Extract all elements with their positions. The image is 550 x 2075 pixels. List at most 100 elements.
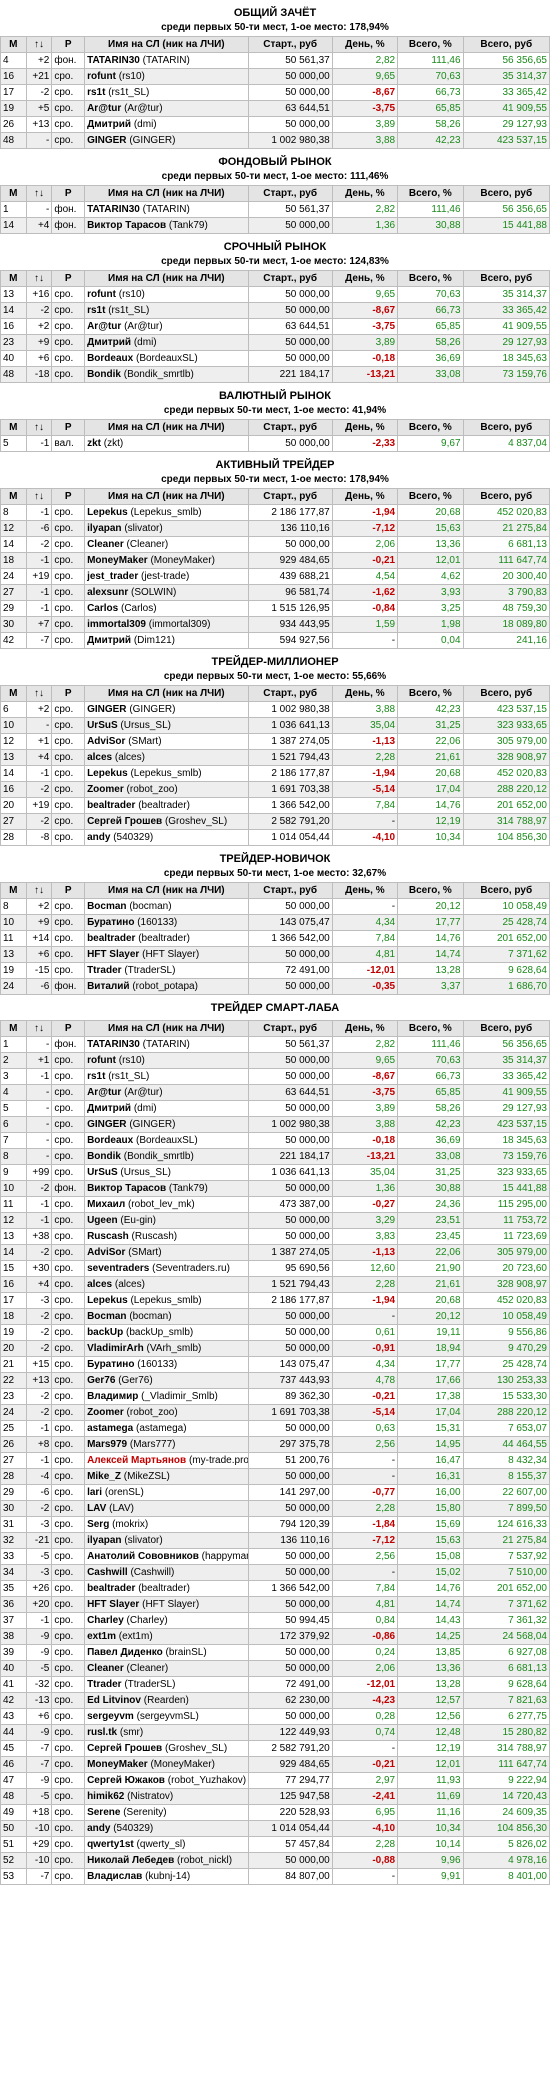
- trader-name[interactable]: zkt: [87, 438, 101, 449]
- name-cell[interactable]: andy (540329): [84, 829, 249, 846]
- name-cell[interactable]: astamega (astamega): [84, 1420, 249, 1437]
- name-cell[interactable]: Lepekus (Lepekus_smlb): [84, 1292, 249, 1309]
- trader-name[interactable]: lari: [87, 1487, 102, 1498]
- name-cell[interactable]: Serene (Serenity): [84, 1804, 249, 1821]
- trader-name[interactable]: GINGER: [87, 1119, 126, 1130]
- name-cell[interactable]: Николай Лебедев (robot_nickl): [84, 1852, 249, 1869]
- header-col-start[interactable]: Старт., руб: [247, 36, 333, 53]
- header-col-total-rub[interactable]: Всего, руб: [462, 185, 550, 202]
- trader-name[interactable]: sergeyvm: [87, 1711, 134, 1722]
- header-col-name[interactable]: Имя на СЛ (ник на ЛЧИ): [84, 488, 249, 505]
- trader-name[interactable]: Буратино: [87, 1359, 134, 1370]
- name-cell[interactable]: LAV (LAV): [84, 1500, 249, 1517]
- name-cell[interactable]: bealtrader (bealtrader): [84, 930, 249, 947]
- trader-name[interactable]: rofunt: [87, 71, 116, 82]
- trader-name[interactable]: rofunt: [87, 289, 116, 300]
- name-cell[interactable]: Bocman (bocman): [84, 898, 249, 915]
- trader-name[interactable]: Сергей Южаков: [87, 1775, 165, 1786]
- name-cell[interactable]: Lepekus (Lepekus_smlb): [84, 765, 249, 782]
- trader-name[interactable]: Ar@tur: [87, 103, 121, 114]
- header-col-total-pct[interactable]: Всего, %: [397, 185, 464, 202]
- header-col-change[interactable]: ↑↓: [25, 1020, 53, 1037]
- name-cell[interactable]: rofunt (rs10): [84, 286, 249, 303]
- name-cell[interactable]: Ttrader (TtraderSL): [84, 962, 249, 979]
- header-col-start[interactable]: Старт., руб: [247, 185, 333, 202]
- trader-name[interactable]: Lepekus: [87, 1295, 128, 1306]
- trader-name[interactable]: HFT Slayer: [87, 949, 139, 960]
- name-cell[interactable]: Lepekus (Lepekus_smlb): [84, 504, 249, 521]
- header-col-total-pct[interactable]: Всего, %: [397, 36, 464, 53]
- header-col-day[interactable]: День, %: [331, 882, 399, 899]
- name-cell[interactable]: MoneyMaker (MoneyMaker): [84, 552, 249, 569]
- name-cell[interactable]: rofunt (rs10): [84, 1052, 249, 1069]
- header-col-change[interactable]: ↑↓: [25, 185, 53, 202]
- trader-name[interactable]: GINGER: [87, 704, 126, 715]
- trader-name[interactable]: qwerty1st: [87, 1839, 134, 1850]
- trader-name[interactable]: alexsunr: [87, 587, 128, 598]
- name-cell[interactable]: Ger76 (Ger76): [84, 1372, 249, 1389]
- header-col-place[interactable]: М: [0, 882, 27, 899]
- name-cell[interactable]: Михаил (robot_lev_mk): [84, 1196, 249, 1213]
- header-col-place[interactable]: М: [0, 1020, 27, 1037]
- name-cell[interactable]: seventraders (Seventraders.ru): [84, 1260, 249, 1277]
- trader-name[interactable]: Serg: [87, 1519, 109, 1530]
- name-cell[interactable]: Алексей Мартьянов (my-trade.pro): [84, 1452, 249, 1469]
- trader-name[interactable]: MoneyMaker: [87, 555, 148, 566]
- name-cell[interactable]: rusl.tk (smr): [84, 1724, 249, 1741]
- name-cell[interactable]: Сергей Грошев (Groshev_SL): [84, 813, 249, 830]
- name-cell[interactable]: GINGER (GINGER): [84, 132, 249, 149]
- name-cell[interactable]: Cleaner (Cleaner): [84, 1660, 249, 1677]
- name-cell[interactable]: zkt (zkt): [84, 435, 249, 452]
- header-col-market[interactable]: Р: [51, 185, 86, 202]
- trader-name[interactable]: Дмитрий: [87, 119, 131, 130]
- name-cell[interactable]: Виталий (robot_potapa): [84, 978, 249, 995]
- trader-name[interactable]: Михаил: [87, 1199, 125, 1210]
- name-cell[interactable]: Владимир (_Vladimir_Smlb): [84, 1388, 249, 1405]
- name-cell[interactable]: UrSuS (Ursus_SL): [84, 717, 249, 734]
- name-cell[interactable]: Cleaner (Cleaner): [84, 536, 249, 553]
- name-cell[interactable]: alexsunr (SOLWIN): [84, 584, 249, 601]
- trader-name[interactable]: Ruscash: [87, 1231, 129, 1242]
- name-cell[interactable]: TATARIN30 (TATARIN): [84, 1036, 249, 1053]
- name-cell[interactable]: qwerty1st (qwerty_sl): [84, 1836, 249, 1853]
- name-cell[interactable]: himik62 (Nistratov): [84, 1788, 249, 1805]
- name-cell[interactable]: Виктор Тарасов (Tank79): [84, 217, 249, 234]
- trader-name[interactable]: Сергей Грошев: [87, 816, 162, 827]
- name-cell[interactable]: andy (540329): [84, 1820, 249, 1837]
- trader-name[interactable]: alces: [87, 752, 112, 763]
- trader-name[interactable]: immortal309: [87, 619, 146, 630]
- trader-name[interactable]: LAV: [87, 1503, 106, 1514]
- header-col-place[interactable]: М: [0, 185, 27, 202]
- name-cell[interactable]: Дмитрий (Dim121): [84, 632, 249, 649]
- name-cell[interactable]: Bordeaux (BordeauxSL): [84, 350, 249, 367]
- trader-name[interactable]: Павел Диденко: [87, 1647, 163, 1658]
- name-cell[interactable]: HFT Slayer (HFT Slayer): [84, 946, 249, 963]
- trader-name[interactable]: HFT Slayer: [87, 1599, 139, 1610]
- trader-name[interactable]: backUp: [87, 1327, 123, 1338]
- trader-name[interactable]: Zoomer: [87, 1407, 124, 1418]
- trader-name[interactable]: Ar@tur: [87, 321, 121, 332]
- trader-name[interactable]: MoneyMaker: [87, 1759, 148, 1770]
- trader-name[interactable]: astamega: [87, 1423, 133, 1434]
- name-cell[interactable]: lari (orenSL): [84, 1484, 249, 1501]
- name-cell[interactable]: ext1m (ext1m): [84, 1628, 249, 1645]
- name-cell[interactable]: Serg (mokrix): [84, 1516, 249, 1533]
- header-col-place[interactable]: М: [0, 488, 27, 505]
- name-cell[interactable]: GINGER (GINGER): [84, 701, 249, 718]
- trader-name[interactable]: Виктор Тарасов: [87, 1183, 166, 1194]
- trader-name[interactable]: UrSuS: [87, 1167, 118, 1178]
- trader-name[interactable]: ext1m: [87, 1631, 116, 1642]
- name-cell[interactable]: GINGER (GINGER): [84, 1116, 249, 1133]
- name-cell[interactable]: TATARIN30 (TATARIN): [84, 201, 249, 218]
- trader-name[interactable]: TATARIN30: [87, 204, 140, 215]
- header-col-market[interactable]: Р: [51, 36, 86, 53]
- header-col-change[interactable]: ↑↓: [25, 419, 53, 436]
- trader-name[interactable]: TATARIN30: [87, 55, 140, 66]
- name-cell[interactable]: ilyapan (slivator): [84, 520, 249, 537]
- trader-name[interactable]: AdviSor: [87, 1247, 125, 1258]
- header-col-change[interactable]: ↑↓: [25, 270, 53, 287]
- header-col-day[interactable]: День, %: [331, 488, 399, 505]
- name-cell[interactable]: TATARIN30 (TATARIN): [84, 52, 249, 69]
- header-col-name[interactable]: Имя на СЛ (ник на ЛЧИ): [84, 685, 249, 702]
- header-col-name[interactable]: Имя на СЛ (ник на ЛЧИ): [84, 882, 249, 899]
